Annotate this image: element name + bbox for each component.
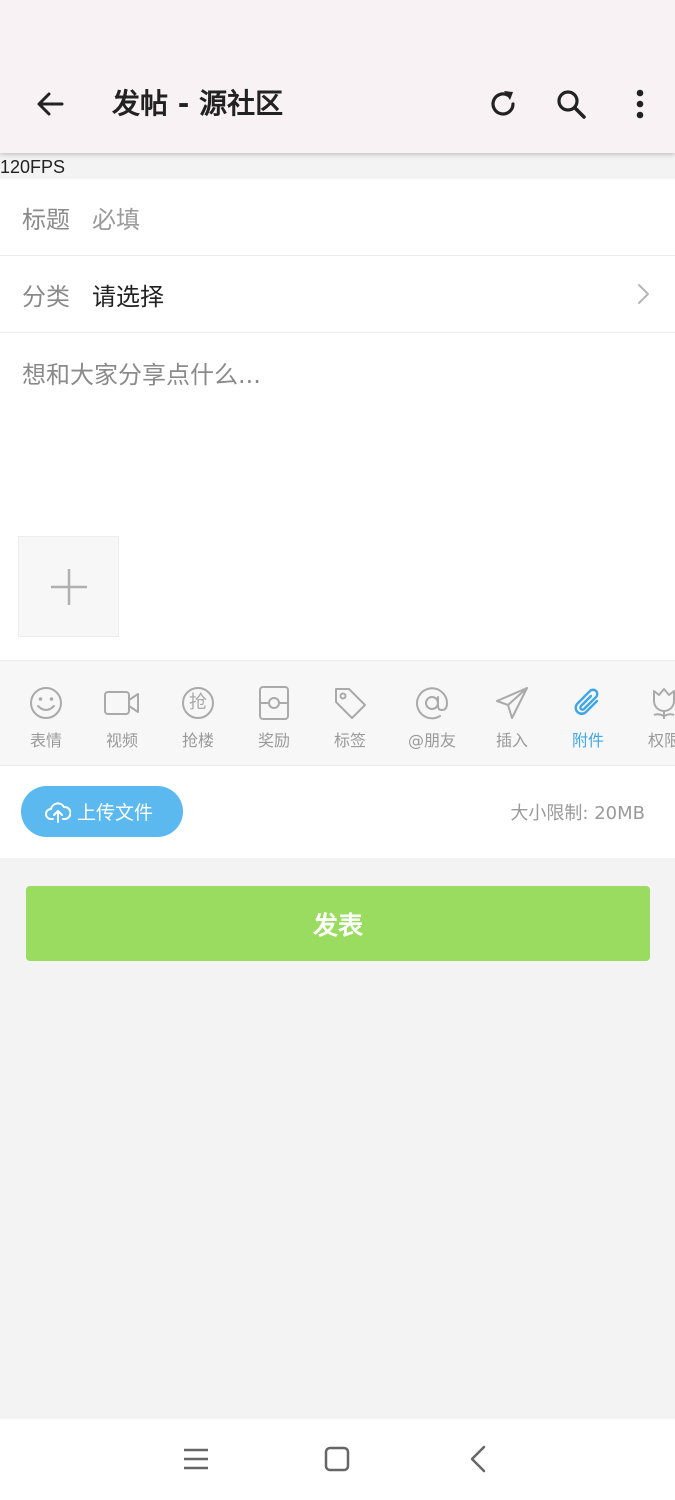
toolbar-item-reward[interactable]: 奖励 [236,661,312,765]
toolbar-label: 视频 [105,731,138,750]
system-back-button[interactable] [458,1439,498,1479]
back-button[interactable] [28,82,72,126]
title-field[interactable]: 标题 必填 [0,179,675,256]
toolbar-label: 附件 [571,731,604,750]
category-field[interactable]: 分类 请选择 [0,256,675,333]
upload-bar: 上传文件 大小限制: 20MB [0,766,675,858]
tag-icon [335,688,366,719]
size-limit-text: 大小限制: 20MB [510,803,645,824]
toolbar-item-permission[interactable]: 权限 [626,661,675,765]
more-button[interactable] [618,82,662,126]
refresh-icon [491,91,515,116]
home-square-icon [324,1446,350,1472]
plus-icon [50,568,87,605]
paper-plane-icon [496,687,528,719]
grab-floor-glyph: 抢 [189,692,207,713]
content-input[interactable]: 想和大家分享点什么... [22,355,261,390]
toolbar-item-attachment[interactable]: 附件 [550,661,626,765]
toolbar-label: 抢楼 [181,731,214,750]
arrow-left-icon [37,92,64,116]
editor-toolbar: 表情 视频 抢 抢楼 奖励 标签 @朋友 插入 附件 权 [0,660,675,766]
post-form: 标题 必填 分类 请选择 想和大家分享点什么... [0,179,675,660]
menu-icon [184,1448,208,1470]
recent-apps-button[interactable] [176,1439,216,1479]
at-icon [416,687,449,720]
toolbar-label: 奖励 [257,731,290,750]
chevron-right-icon [638,284,649,304]
cloud-upload-icon [45,801,71,823]
add-image-button[interactable] [18,536,119,637]
title-label: 标题 [22,205,70,234]
toolbar-label: 插入 [495,731,528,750]
reward-icon [259,686,289,720]
toolbar-label: 表情 [29,731,62,750]
toolbar-label: 权限 [647,731,675,750]
smiley-icon [30,687,62,719]
fps-counter: 120FPS [0,157,66,177]
toolbar-item-grab-floor[interactable]: 抢 抢楼 [160,661,236,765]
tulip-icon [653,688,675,719]
toolbar-item-insert[interactable]: 插入 [474,661,550,765]
toolbar-item-emoji[interactable]: 表情 [8,661,84,765]
home-button[interactable] [317,1439,357,1479]
toolbar-item-tag[interactable]: 标签 [312,661,388,765]
upload-file-label: 上传文件 [77,802,154,824]
category-label: 分类 [22,282,70,311]
refresh-button[interactable] [481,82,525,126]
toolbar-label: 标签 [333,731,366,750]
title-input[interactable]: 必填 [92,200,140,235]
toolbar-label: @朋友 [407,731,456,750]
page-title: 发帖 - 源社区 [112,87,284,120]
more-vertical-icon [636,89,644,119]
category-select[interactable]: 请选择 [92,277,164,312]
back-chevron-icon [470,1445,486,1473]
video-icon [104,691,139,715]
paperclip-icon [574,688,599,715]
app-bar: 发帖 - 源社区 [0,0,675,153]
search-icon [557,90,586,119]
system-nav-bar [0,1419,675,1500]
upload-file-button[interactable]: 上传文件 [21,786,183,837]
toolbar-item-video[interactable]: 视频 [84,661,160,765]
search-button[interactable] [549,82,593,126]
toolbar-item-mention[interactable]: @朋友 [394,661,470,765]
submit-button[interactable]: 发表 [26,886,650,961]
